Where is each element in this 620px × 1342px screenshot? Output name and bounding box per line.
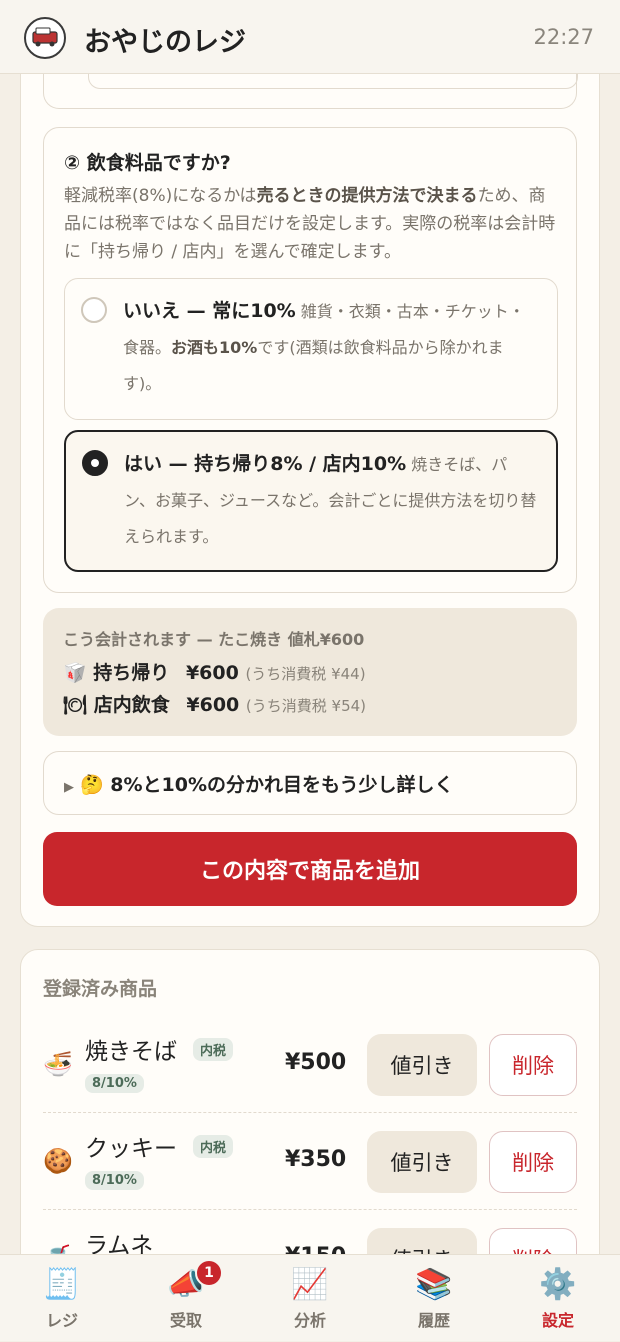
main-content[interactable]: ② 飲食料品ですか? 軽減税率(8%)になるかは売るときの提供方法で決まるため、… [0, 74, 620, 1254]
bottom-nav: 🧾 レジ 📣 1 受取 📈 分析 📚 履歴 ⚙️ 設定 [0, 1254, 620, 1341]
app-header: おやじのレジ 22:27 [0, 0, 620, 74]
product-row: 🍪 クッキー 内税 8/10% ¥350 値引き 削除 [43, 1113, 577, 1210]
registered-products-card: 登録済み商品 🍜 焼きそば 内税 8/10% ¥500 値引き 削除 🍪 クッキ… [20, 949, 600, 1254]
product-price: ¥500 [285, 1050, 347, 1075]
tax-included-tag: 内税 [193, 1135, 234, 1158]
nav-item-analytics[interactable]: 📈 分析 [248, 1255, 372, 1342]
example-heading: こう会計されます — たこ焼き 値札¥600 [63, 630, 365, 649]
thinking-face-icon: 🤔 [80, 774, 104, 796]
chart-icon: 📈 [291, 1267, 329, 1302]
nav-label: 受取 [169, 1311, 202, 1330]
option-no-text: いいえ — 常に10% 雑貨・衣類・古本・チケット・食器。お酒も10%です(酒類… [123, 300, 525, 393]
discount-button[interactable]: 値引き [367, 1034, 477, 1096]
nav-label: 分析 [293, 1311, 326, 1330]
tax-rate-tag: 8/10% [85, 1171, 144, 1190]
example-eatin-row: 🍽 店内飲食 ¥600 (うち消費税 ¥54) [63, 694, 367, 716]
takeout-box-icon: 🥡 [63, 662, 87, 684]
nav-label: 履歴 [417, 1311, 450, 1330]
disclosure-arrow-icon: ▶ [64, 780, 74, 795]
add-product-card: ② 飲食料品ですか? 軽減税率(8%)になるかは売るときの提供方法で決まるため、… [20, 74, 600, 927]
product-name: ラムネ [85, 1233, 154, 1254]
cookie-icon: 🍪 [43, 1147, 73, 1175]
tax-included-tag: 内税 [193, 1038, 234, 1061]
option-no-always-10[interactable]: いいえ — 常に10% 雑貨・衣類・古本・チケット・食器。お酒も10%です(酒類… [64, 278, 558, 420]
gear-icon: ⚙️ [539, 1267, 577, 1302]
receipt-icon: 🧾 [43, 1267, 81, 1302]
previous-section-inner [88, 74, 578, 89]
delete-button[interactable]: 削除 [489, 1228, 577, 1254]
nav-item-register[interactable]: 🧾 レジ [0, 1255, 124, 1342]
tax-rate-tag: 8/10% [85, 1074, 144, 1093]
product-name: 焼きそば [85, 1039, 177, 1065]
megaphone-icon: 📣 [167, 1267, 205, 1302]
product-row: 🍜 焼きそば 内税 8/10% ¥500 値引き 削除 [43, 1016, 577, 1113]
product-name: クッキー [85, 1136, 177, 1162]
option-yes-text: はい — 持ち帰り8% / 店内10% 焼きそば、パン、お菓子、ジュースなど。会… [124, 453, 537, 546]
tax-details-disclosure[interactable]: ▶ 🤔 8%と10%の分かれ目をもう少し詳しく [43, 751, 577, 815]
products-title: 登録済み商品 [43, 978, 158, 1000]
nav-item-orders[interactable]: 📣 1 受取 [124, 1255, 248, 1342]
product-price: ¥350 [285, 1147, 347, 1172]
nav-item-history[interactable]: 📚 履歴 [372, 1255, 496, 1342]
clock-time: 22:27 [533, 25, 594, 49]
calculation-example: こう会計されます — たこ焼き 値札¥600 🥡 持ち帰り ¥600 (うち消費… [43, 608, 577, 736]
question-title: ② 飲食料品ですか? [64, 152, 231, 174]
discount-button[interactable]: 値引き [367, 1131, 477, 1193]
notification-badge: 1 [195, 1259, 223, 1287]
question-description: 軽減税率(8%)になるかは売るときの提供方法で決まるため、商品には税率ではなく品… [64, 186, 556, 262]
delete-button[interactable]: 削除 [489, 1034, 577, 1096]
delete-button[interactable]: 削除 [489, 1131, 577, 1193]
dining-icon: 🍽 [63, 694, 88, 716]
nav-label: レジ [45, 1311, 78, 1330]
radio-selected[interactable] [82, 450, 108, 476]
example-takeout-row: 🥡 持ち帰り ¥600 (うち消費税 ¥44) [63, 662, 366, 684]
noodle-icon: 🍜 [43, 1050, 73, 1078]
option-yes-takeout-8[interactable]: はい — 持ち帰り8% / 店内10% 焼きそば、パン、お菓子、ジュースなど。会… [64, 430, 558, 572]
previous-section [43, 74, 578, 109]
add-product-button[interactable]: この内容で商品を追加 [43, 832, 577, 906]
app-logo-icon[interactable] [24, 17, 66, 59]
product-price: ¥150 [285, 1244, 346, 1254]
radio-unselected[interactable] [81, 297, 107, 323]
app-title: おやじのレジ [84, 27, 246, 58]
product-row: 🥤 ラムネ ¥150 値引き 削除 [43, 1210, 577, 1254]
details-label: 8%と10%の分かれ目をもう少し詳しく [110, 774, 454, 796]
drink-icon: 🥤 [43, 1244, 73, 1254]
nav-item-settings[interactable]: ⚙️ 設定 [496, 1255, 620, 1342]
books-icon: 📚 [415, 1267, 453, 1302]
food-question-section: ② 飲食料品ですか? 軽減税率(8%)になるかは売るときの提供方法で決まるため、… [43, 127, 577, 593]
discount-button[interactable]: 値引き [367, 1228, 477, 1254]
nav-label: 設定 [541, 1311, 574, 1330]
